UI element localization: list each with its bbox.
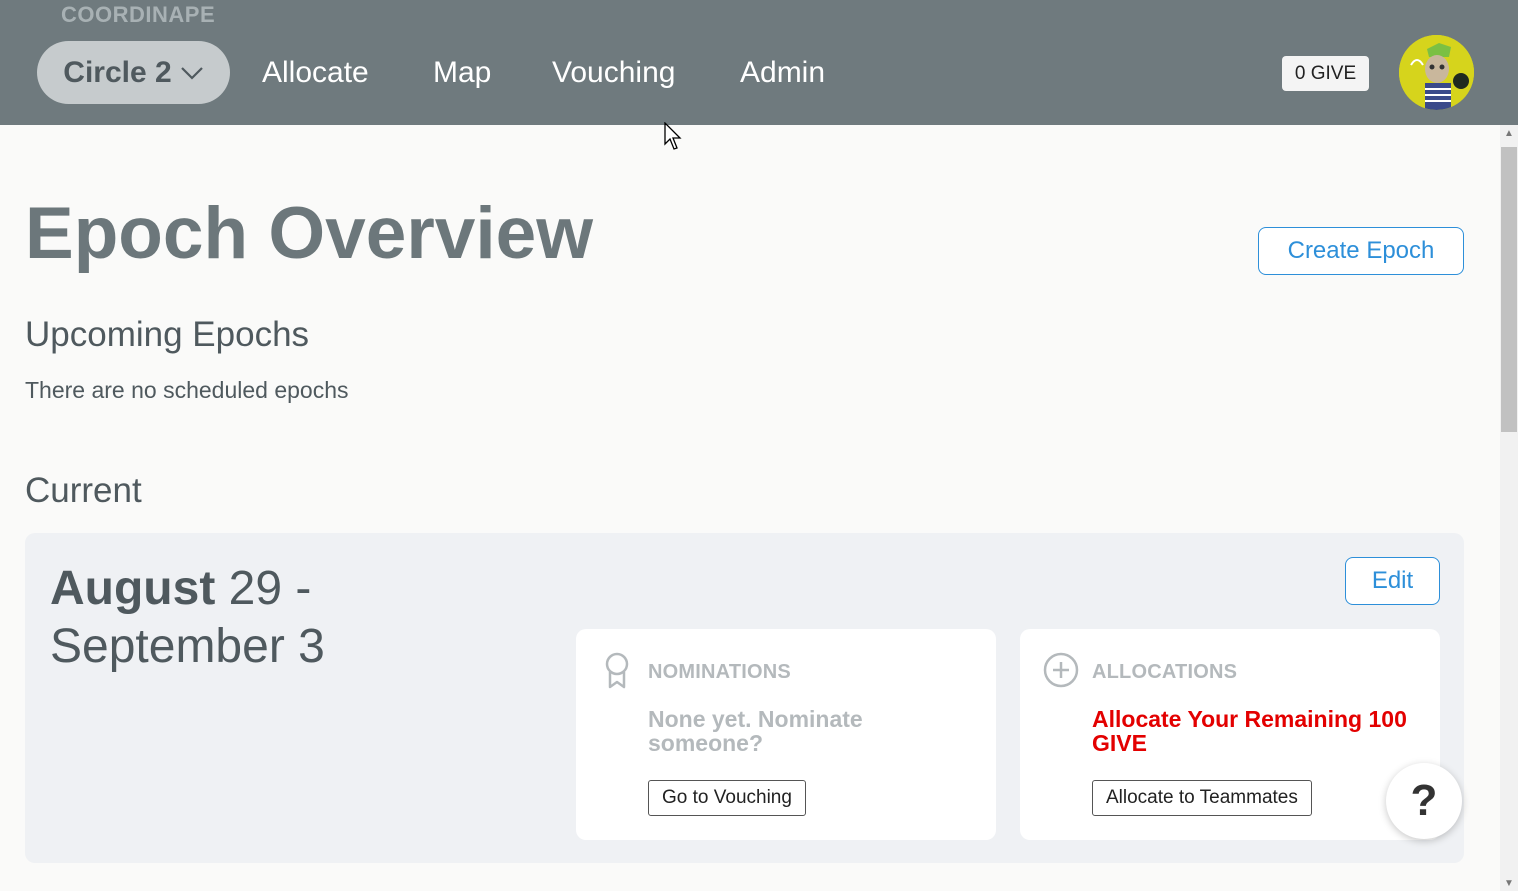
nav-map[interactable]: Map bbox=[433, 54, 491, 92]
scroll-down-arrow-icon[interactable]: ▼ bbox=[1504, 879, 1514, 889]
allocate-to-teammates-button[interactable]: Allocate to Teammates bbox=[1092, 780, 1312, 816]
help-button[interactable]: ? bbox=[1386, 763, 1462, 839]
create-epoch-button[interactable]: Create Epoch bbox=[1258, 227, 1464, 275]
ribbon-icon bbox=[605, 652, 629, 689]
chevron-down-icon bbox=[180, 66, 203, 80]
nominations-card: NOMINATIONS None yet. Nominate someone? … bbox=[576, 629, 996, 840]
upcoming-epochs-heading: Upcoming Epochs bbox=[25, 315, 310, 354]
plus-circle-icon bbox=[1043, 652, 1079, 688]
current-heading: Current bbox=[25, 471, 142, 510]
epoch-start-month: August bbox=[50, 562, 216, 615]
page-title: Epoch Overview bbox=[25, 193, 593, 274]
nominations-message: None yet. Nominate someone? bbox=[648, 706, 863, 756]
nav-allocate[interactable]: Allocate bbox=[262, 54, 369, 92]
go-to-vouching-button[interactable]: Go to Vouching bbox=[648, 780, 806, 816]
allocations-message: Allocate Your Remaining 100 GIVE bbox=[1092, 706, 1407, 756]
epoch-date-range: August 29 - September 3 bbox=[50, 560, 450, 676]
edit-epoch-button[interactable]: Edit bbox=[1345, 557, 1440, 605]
nav-vouching[interactable]: Vouching bbox=[552, 54, 675, 92]
nominations-label: NOMINATIONS bbox=[648, 661, 791, 683]
circle-selector-label: Circle 2 bbox=[63, 55, 172, 89]
upcoming-empty-message: There are no scheduled epochs bbox=[25, 377, 349, 403]
allocations-label: ALLOCATIONS bbox=[1092, 661, 1238, 683]
give-balance-badge[interactable]: 0 GIVE bbox=[1282, 56, 1369, 91]
nav-admin[interactable]: Admin bbox=[740, 54, 825, 92]
scroll-thumb[interactable] bbox=[1501, 147, 1517, 432]
top-navigation-bar: COORDINAPE Circle 2 Allocate Map Vouchin… bbox=[0, 0, 1518, 125]
circle-selector-button[interactable]: Circle 2 bbox=[37, 41, 230, 104]
scroll-up-arrow-icon[interactable]: ▲ bbox=[1504, 129, 1514, 139]
cursor-icon bbox=[664, 122, 682, 150]
vertical-scrollbar[interactable]: ▲ ▼ bbox=[1500, 125, 1518, 891]
brand-logo[interactable]: COORDINAPE bbox=[61, 2, 215, 28]
allocations-card: ALLOCATIONS Allocate Your Remaining 100 … bbox=[1020, 629, 1440, 840]
avatar[interactable] bbox=[1399, 35, 1474, 110]
current-epoch-card: August 29 - September 3 Edit NOMINATIONS… bbox=[25, 533, 1464, 863]
